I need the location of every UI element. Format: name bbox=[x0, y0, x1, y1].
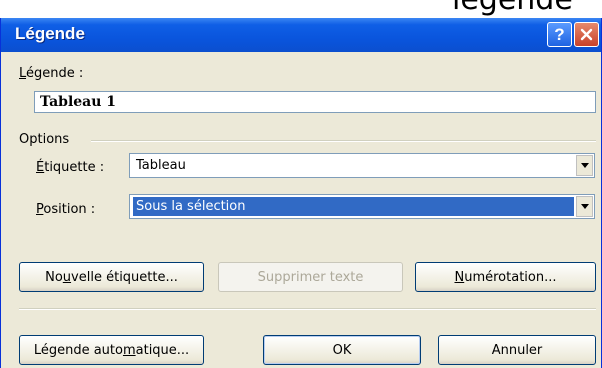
delete-label-button[interactable]: Supprimer texte bbox=[218, 262, 403, 292]
dialog-title: Légende bbox=[15, 24, 85, 43]
position-select-value: Sous la sélection bbox=[133, 197, 574, 216]
chevron-down-icon[interactable] bbox=[576, 155, 593, 176]
help-icon: ? bbox=[554, 24, 565, 44]
background-text-fragment: légende bbox=[452, 0, 573, 17]
label-label: Étiquette : bbox=[36, 160, 105, 175]
title-bar[interactable]: Légende ? bbox=[1, 18, 601, 52]
label-select[interactable]: Tableau bbox=[129, 153, 595, 178]
autocaption-button[interactable]: Légende auto m atique... bbox=[19, 335, 204, 365]
close-icon bbox=[580, 28, 593, 41]
position-select[interactable]: Sous la sélection bbox=[129, 194, 595, 219]
cancel-button[interactable]: Annuler bbox=[438, 335, 596, 365]
caption-label: Légende : bbox=[19, 66, 84, 81]
position-label: Position : bbox=[36, 202, 96, 217]
caption-input[interactable]: Tableau 1 bbox=[34, 91, 596, 113]
chevron-down-icon[interactable] bbox=[576, 196, 593, 217]
new-label-button[interactable]: No u velle étiquette... bbox=[19, 262, 204, 292]
label-select-value: Tableau bbox=[136, 158, 186, 173]
caption-dialog: Légende ? Légende : Tableau 1 Options Ét… bbox=[0, 18, 602, 368]
help-button[interactable]: ? bbox=[547, 22, 572, 47]
options-group-label: Options bbox=[19, 132, 70, 147]
ok-button[interactable]: OK bbox=[263, 335, 421, 365]
close-button[interactable] bbox=[574, 22, 599, 47]
numbering-button[interactable]: Numérotation... bbox=[415, 262, 596, 292]
background-text-strip: légende bbox=[0, 0, 602, 18]
